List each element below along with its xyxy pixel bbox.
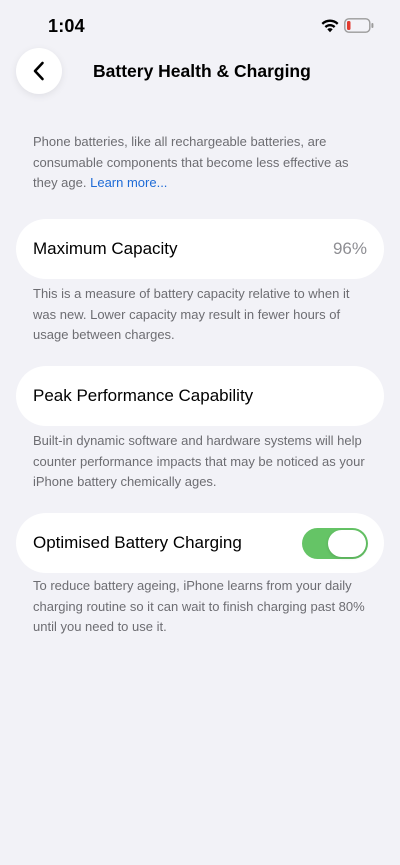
wifi-icon	[321, 19, 339, 33]
status-bar: 1:04	[0, 0, 400, 52]
optimised-charging-label: Optimised Battery Charging	[33, 533, 242, 552]
optimised-charging-row: Optimised Battery Charging	[16, 513, 384, 573]
maximum-capacity-row: Maximum Capacity 96%	[16, 219, 384, 279]
page-title: Battery Health & Charging	[93, 61, 311, 81]
optimised-charging-toggle[interactable]	[302, 528, 368, 559]
chevron-left-icon	[33, 61, 44, 81]
peak-performance-row[interactable]: Peak Performance Capability	[16, 366, 384, 426]
back-button[interactable]	[16, 48, 62, 94]
peak-performance-note: Built-in dynamic software and hardware s…	[33, 433, 365, 489]
optimised-charging-note: To reduce battery ageing, iPhone learns …	[33, 578, 365, 634]
status-time: 1:04	[48, 16, 85, 36]
learn-more-link[interactable]: Learn more...	[90, 175, 167, 190]
peak-performance-label: Peak Performance Capability	[33, 386, 254, 405]
maximum-capacity-value: 96%	[332, 239, 367, 258]
battery-health-screen: 1:04 Battery Health & Charging Phone bat…	[0, 0, 400, 865]
maximum-capacity-label: Maximum Capacity	[33, 239, 178, 258]
battery-icon	[344, 18, 374, 33]
toggle-knob	[328, 530, 366, 557]
intro-text: Phone batteries, like all rechargeable b…	[33, 132, 373, 194]
intro-description: Phone batteries, like all rechargeable b…	[33, 134, 349, 190]
maximum-capacity-note: This is a measure of battery capacity re…	[33, 286, 350, 342]
